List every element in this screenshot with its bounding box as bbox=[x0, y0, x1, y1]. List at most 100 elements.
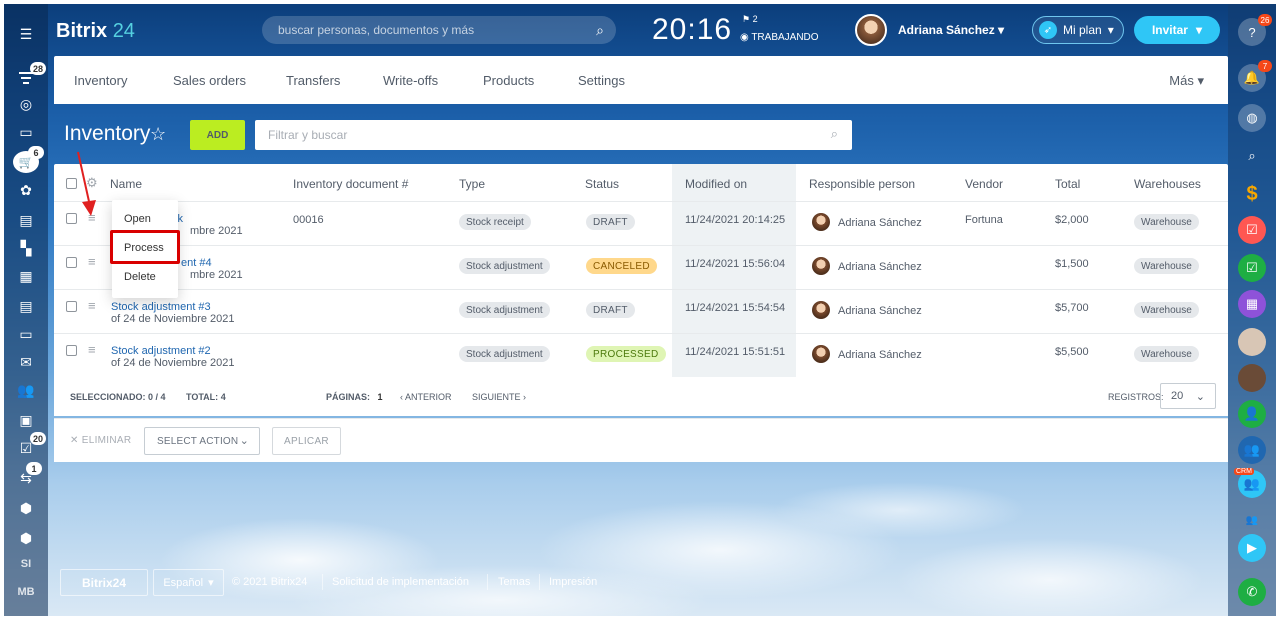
nav-item-inventory[interactable]: Inventory bbox=[74, 73, 127, 88]
crm-chat-icon[interactable]: CRM 👥 bbox=[1234, 468, 1266, 498]
column-vendor[interactable]: Vendor bbox=[965, 177, 1003, 191]
user-green-icon[interactable]: 👤 bbox=[1238, 400, 1266, 428]
nav-item-transfers[interactable]: Transfers bbox=[286, 73, 340, 88]
nav-item-write-offs[interactable]: Write-offs bbox=[383, 73, 438, 88]
row-menu-icon[interactable]: ≡ bbox=[88, 342, 96, 357]
column-warehouses[interactable]: Warehouses bbox=[1134, 177, 1201, 191]
help-icon[interactable]: ? 26 bbox=[1238, 14, 1272, 46]
flag-icon: ⚑ 2 bbox=[742, 14, 758, 24]
favorite-star-icon[interactable]: ☆ bbox=[150, 124, 166, 145]
row-checkbox[interactable] bbox=[66, 301, 77, 312]
target-icon[interactable]: ◎ bbox=[4, 92, 48, 116]
people-group-icon[interactable]: 👥 bbox=[1238, 506, 1266, 534]
column-responsible-person[interactable]: Responsible person bbox=[809, 177, 915, 191]
table-row[interactable]: ≡ Stock adjustment #3 of 24 de Noviembre… bbox=[54, 290, 1228, 334]
menu-item-open[interactable]: Open bbox=[124, 213, 151, 225]
column-name[interactable]: Name bbox=[110, 177, 142, 191]
column-type[interactable]: Type bbox=[459, 177, 485, 191]
my-plan-button[interactable]: ➶ Mi plan ▾ bbox=[1032, 16, 1124, 44]
search-icon[interactable]: ⌕ bbox=[596, 22, 604, 39]
box-icon[interactable]: ⬢ bbox=[4, 496, 48, 520]
next-page-link[interactable]: SIGUIENTE › bbox=[472, 392, 526, 402]
user-name-menu[interactable]: Adriana Sánchez ▾ bbox=[898, 23, 1004, 37]
calendar-icon[interactable]: ▦ bbox=[4, 264, 48, 288]
user-avatar[interactable] bbox=[855, 14, 887, 46]
nav-item-products[interactable]: Products bbox=[483, 73, 534, 88]
bitrix-logo[interactable]: Bitrix 24 bbox=[56, 20, 135, 43]
calendar-purple-icon[interactable]: ▦ bbox=[1238, 290, 1266, 318]
footer-bitrix-logo[interactable]: Bitrix24 bbox=[60, 569, 148, 596]
prev-page-link[interactable]: ‹ ANTERIOR bbox=[400, 392, 452, 402]
row-name-link[interactable]: Stock adjustment #2 bbox=[111, 345, 211, 357]
box-icon-2[interactable]: ⬢ bbox=[4, 526, 48, 550]
column-total[interactable]: Total bbox=[1055, 177, 1080, 191]
search-icon[interactable]: ⌕ bbox=[831, 126, 838, 142]
sidebar-mb[interactable]: MB bbox=[4, 580, 48, 604]
menu-item-delete[interactable]: Delete bbox=[124, 271, 156, 283]
sidebar-si[interactable]: SI bbox=[4, 552, 48, 576]
warehouse-badge: Warehouse bbox=[1134, 214, 1199, 230]
column-modified-on[interactable]: Modified on bbox=[685, 177, 747, 191]
registros-select[interactable]: 20 ⌄ bbox=[1160, 383, 1216, 409]
nav-item-settings[interactable]: Settings bbox=[578, 73, 625, 88]
apply-button[interactable]: APLICAR bbox=[272, 427, 341, 455]
filter-search-input[interactable]: Filtrar y buscar ⌕ bbox=[255, 120, 852, 150]
crm-icon[interactable]: ✿ bbox=[4, 178, 48, 202]
process-highlight-box bbox=[110, 230, 180, 264]
clock[interactable]: 20:16 bbox=[652, 13, 732, 47]
row-person[interactable]: Adriana Sánchez bbox=[838, 261, 922, 273]
nav-more[interactable]: Más ▾ bbox=[1169, 73, 1204, 89]
table-row[interactable]: ≡ ck mbre 2021 00016 Stock receipt DRAFT… bbox=[54, 202, 1228, 246]
notifications-bell-icon[interactable]: 🔔 7 bbox=[1238, 60, 1272, 92]
search-icon-right[interactable]: ⌕ bbox=[1238, 142, 1266, 170]
document-icon[interactable]: ▤ bbox=[4, 294, 48, 318]
menu-icon[interactable]: ☰ bbox=[4, 22, 48, 46]
chat-icon[interactable]: ▚ bbox=[4, 236, 48, 260]
shop-cart-icon[interactable]: 🛒 6 bbox=[4, 146, 48, 174]
tasks-red-icon[interactable]: ☑ bbox=[1238, 216, 1266, 244]
table-row[interactable]: ≡ Stock adjustment #2 of 24 de Noviembre… bbox=[54, 334, 1228, 378]
row-checkbox[interactable] bbox=[66, 257, 77, 268]
column-status[interactable]: Status bbox=[585, 177, 619, 191]
contacts-icon[interactable]: ▣ bbox=[4, 408, 48, 432]
row-person[interactable]: Adriana Sánchez bbox=[838, 349, 922, 361]
tasks-green-icon[interactable]: ☑ bbox=[1238, 254, 1266, 282]
row-menu-icon[interactable]: ≡ bbox=[88, 298, 96, 313]
list-icon[interactable]: ▤ bbox=[4, 208, 48, 232]
drive-icon[interactable]: ▭ bbox=[4, 322, 48, 346]
footer-print-link[interactable]: Impresión bbox=[549, 576, 597, 588]
feed-icon[interactable]: 28 bbox=[4, 62, 48, 90]
add-button[interactable]: ADD bbox=[190, 120, 245, 150]
row-person[interactable]: Adriana Sánchez bbox=[838, 305, 922, 317]
phone-icon[interactable]: ✆ bbox=[1238, 578, 1266, 606]
top-header: Bitrix 24 buscar personas, documentos y … bbox=[48, 4, 1228, 56]
footer-themes-link[interactable]: Temas bbox=[498, 576, 530, 588]
contact-avatar-1[interactable] bbox=[1238, 328, 1266, 356]
group-chat-icon[interactable]: 👥 bbox=[1238, 436, 1266, 464]
sales-icon[interactable]: $ bbox=[1238, 180, 1266, 208]
column-document-number[interactable]: Inventory document # bbox=[293, 177, 408, 191]
nav-item-sales-orders[interactable]: Sales orders bbox=[173, 73, 246, 88]
messenger-icon[interactable]: ◍ bbox=[1238, 104, 1266, 132]
row-name-link[interactable]: Stock adjustment #3 bbox=[111, 301, 211, 313]
open-lines-icon[interactable]: ▶ bbox=[1238, 534, 1266, 562]
contact-avatar-2[interactable] bbox=[1238, 364, 1266, 392]
footer-implementation-link[interactable]: Solicitud de implementación bbox=[332, 576, 469, 588]
row-name-link[interactable]: ent #4 bbox=[181, 257, 212, 269]
row-checkbox[interactable] bbox=[66, 345, 77, 356]
row-menu-icon[interactable]: ≡ bbox=[88, 254, 96, 269]
workflow-badge: 1 bbox=[26, 462, 42, 475]
invite-button[interactable]: Invitar ▾ bbox=[1134, 16, 1220, 44]
delete-selected-button[interactable]: ✕ ELIMINAR bbox=[70, 435, 131, 446]
mail-icon[interactable]: ✉ bbox=[4, 350, 48, 374]
work-status[interactable]: ◉ TRABAJANDO bbox=[740, 32, 819, 43]
workflow-icon[interactable]: ⇆ 1 bbox=[4, 462, 48, 490]
global-search-input[interactable]: buscar personas, documentos y más ⌕ bbox=[262, 16, 616, 44]
employees-icon[interactable]: 👥 bbox=[4, 378, 48, 402]
row-person[interactable]: Adriana Sánchez bbox=[838, 217, 922, 229]
table-row[interactable]: ≡ ent #4 mbre 2021 Stock adjustment CANC… bbox=[54, 246, 1228, 290]
calendar-window-icon[interactable]: ▭ bbox=[4, 120, 48, 144]
tasks-icon[interactable]: ☑ 20 bbox=[4, 432, 48, 460]
language-select[interactable]: Español ▾ bbox=[153, 569, 224, 596]
select-action-dropdown[interactable]: SELECT ACTION ⌄ bbox=[144, 427, 260, 455]
